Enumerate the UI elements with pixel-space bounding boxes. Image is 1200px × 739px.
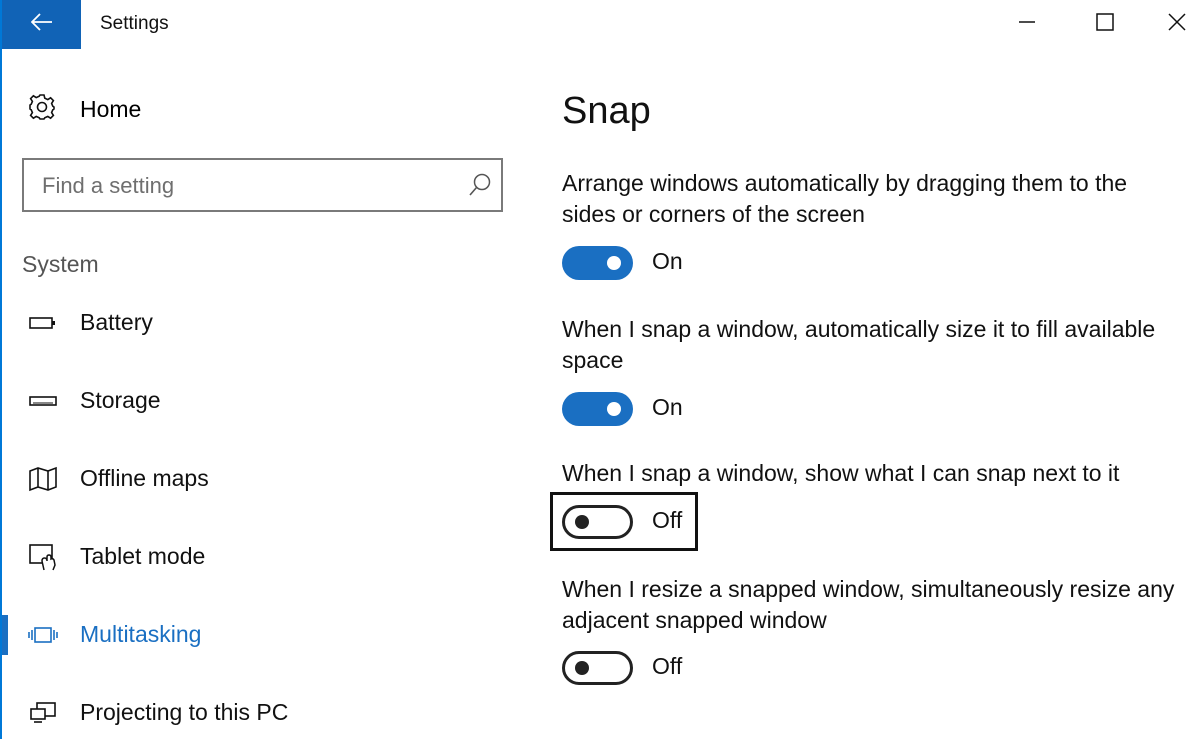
toggle-state-label: Off <box>652 507 683 533</box>
multitasking-icon <box>28 620 58 650</box>
settings-window: Settings Home Find a setting System Batt… <box>0 0 1200 739</box>
title-bar: Settings <box>2 0 1200 50</box>
gear-icon <box>28 93 56 126</box>
section-label-system: System <box>22 251 99 277</box>
toggle-knob <box>575 661 589 675</box>
sidebar-item-label: Multitasking <box>80 621 202 647</box>
maximize-icon <box>1096 12 1114 36</box>
sidebar-item-projecting[interactable]: Projecting to this PC <box>2 690 522 736</box>
toggle-state-label: On <box>652 248 683 274</box>
setting-description: When I snap a window, show what I can sn… <box>562 460 1120 486</box>
minimize-button[interactable] <box>992 0 1062 48</box>
toggle-switch[interactable] <box>562 392 633 426</box>
close-button[interactable] <box>1142 0 1200 48</box>
sidebar-item-offline-maps[interactable]: Offline maps <box>2 456 522 502</box>
map-icon <box>28 464 58 494</box>
toggle-state-label: Off <box>652 653 683 679</box>
sidebar-item-tablet-mode[interactable]: Tablet mode <box>2 534 522 580</box>
projecting-icon <box>28 698 58 728</box>
page-title: Snap <box>562 90 651 132</box>
setting-description: Arrange windows automatically by draggin… <box>562 170 1128 227</box>
sidebar-item-multitasking[interactable]: Multitasking <box>2 612 522 658</box>
sidebar-item-storage[interactable]: Storage <box>2 378 522 424</box>
sidebar-item-label: Storage <box>80 387 161 413</box>
sidebar-item-label: Tablet mode <box>80 543 206 569</box>
search-input[interactable] <box>42 172 442 200</box>
back-arrow-icon <box>30 13 53 36</box>
sidebar-item-label: Projecting to this PC <box>80 699 289 725</box>
maximize-button[interactable] <box>1070 0 1140 48</box>
setting-description: When I resize a snapped window, simultan… <box>562 576 1175 633</box>
sidebar-item-label: Home <box>80 95 142 122</box>
sidebar-item-battery[interactable]: Battery <box>2 300 522 346</box>
close-icon <box>1168 12 1186 36</box>
toggle-state-label: On <box>652 394 683 420</box>
toggle-knob <box>607 256 621 270</box>
storage-icon <box>28 386 58 416</box>
minimize-icon <box>1018 13 1036 36</box>
toggle-switch[interactable] <box>562 246 633 280</box>
search-icon[interactable] <box>468 172 492 203</box>
back-button[interactable] <box>2 0 81 49</box>
sidebar-item-home[interactable]: Home <box>28 92 141 126</box>
toggle-knob <box>607 402 621 416</box>
toggle-switch[interactable] <box>562 505 633 539</box>
toggle-switch[interactable] <box>562 651 633 685</box>
battery-icon <box>28 308 58 338</box>
sidebar-item-label: Offline maps <box>80 465 209 491</box>
window-title: Settings <box>100 13 169 34</box>
search-box[interactable] <box>22 158 503 212</box>
toggle-knob <box>575 515 589 529</box>
sidebar-item-label: Battery <box>80 309 153 335</box>
setting-description: When I snap a window, automatically size… <box>562 316 1156 373</box>
active-indicator <box>2 615 8 655</box>
tablet-mode-icon <box>28 542 58 572</box>
